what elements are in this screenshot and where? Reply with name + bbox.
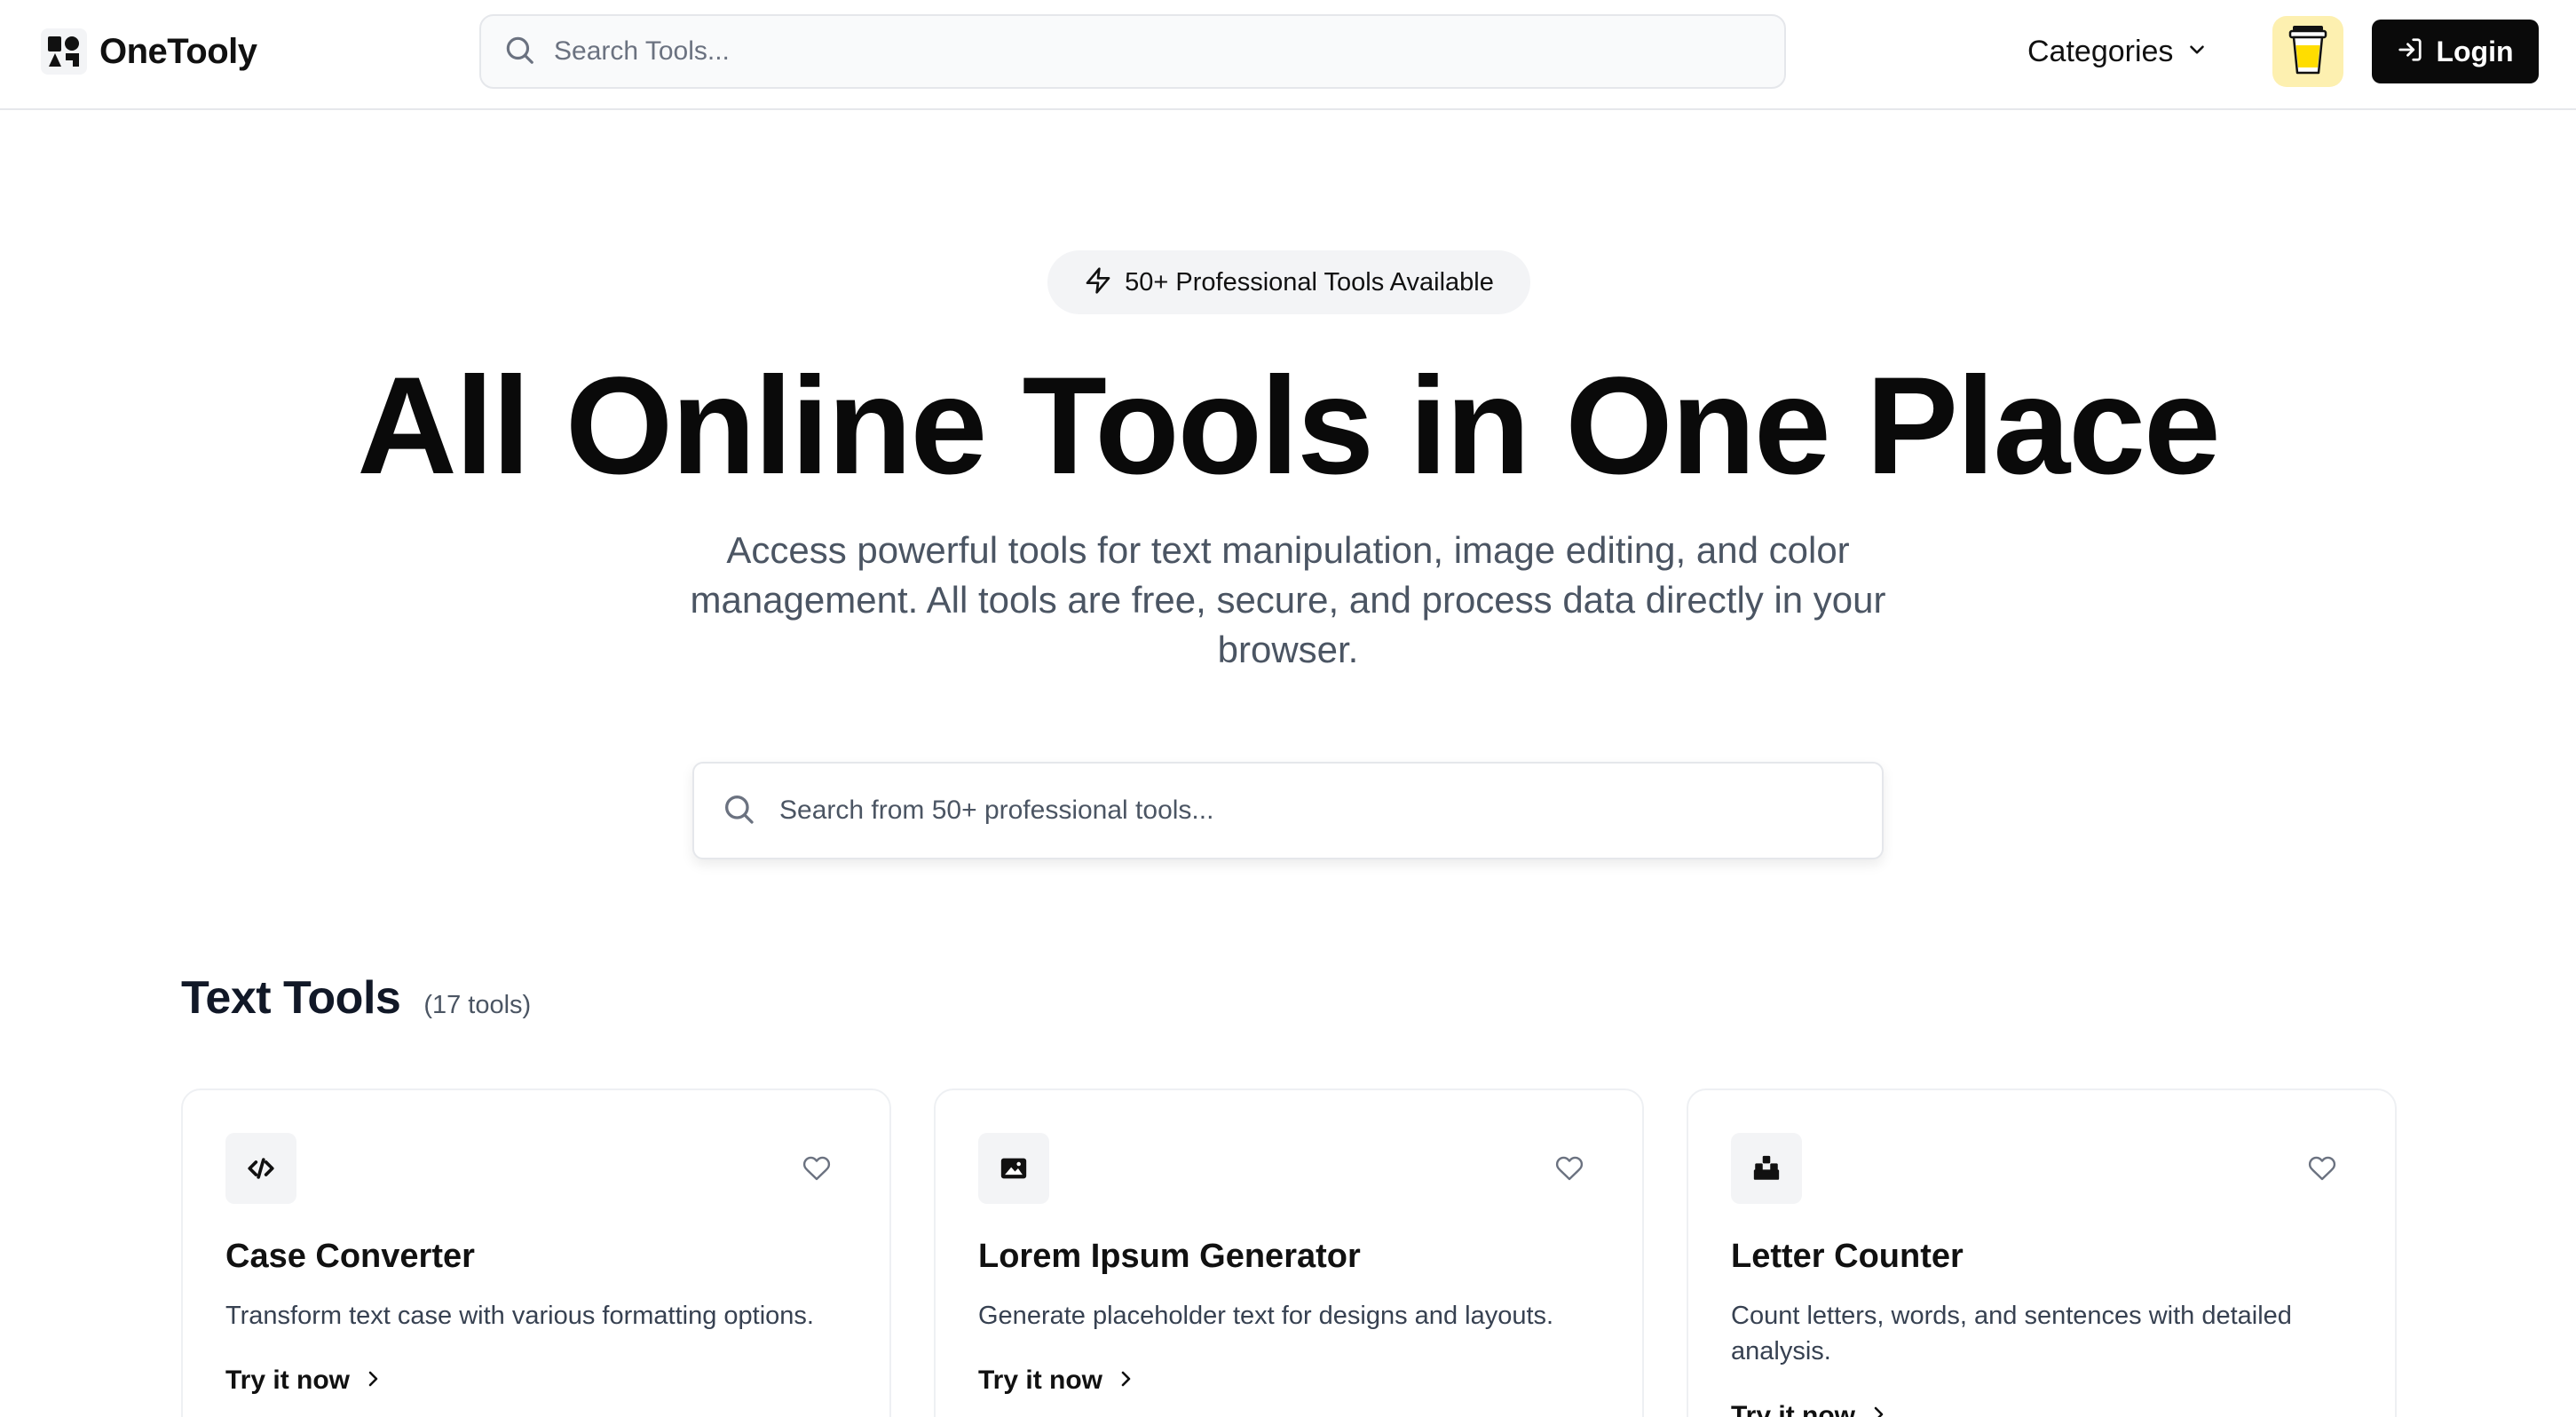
card-description: Transform text case with various formatt… [225, 1302, 814, 1330]
chevron-right-icon [362, 1368, 383, 1394]
try-it-now-link[interactable]: Try it now [225, 1366, 383, 1396]
brand-mark-icon [41, 28, 87, 75]
hero-title: All Online Tools in One Place [357, 349, 2221, 503]
try-it-now-label: Try it now [225, 1366, 351, 1395]
favorite-heart-icon[interactable] [2304, 1151, 2340, 1186]
code-icon [225, 1133, 296, 1204]
tools-available-badge: 50+ Professional Tools Available [1047, 250, 1530, 314]
login-button[interactable]: Login [2372, 20, 2539, 83]
section-heading: Text Tools (17 tools) [181, 971, 531, 1025]
try-it-now-link[interactable]: Try it now [978, 1366, 1136, 1396]
try-it-now-label: Try it now [1731, 1401, 1856, 1417]
try-it-now-label: Try it now [978, 1366, 1103, 1395]
brand-name: OneTooly [99, 31, 257, 71]
login-icon [2397, 36, 2423, 67]
categories-label: Categories [2027, 34, 2174, 68]
blocks-icon [1731, 1133, 1802, 1204]
header-search-box[interactable] [479, 14, 1786, 89]
lightning-icon [1084, 266, 1112, 299]
tool-card-case-converter[interactable]: Case Converter Transform text case with … [181, 1088, 891, 1417]
chevron-right-icon [1115, 1368, 1136, 1394]
card-description: Generate placeholder text for designs an… [978, 1302, 1554, 1330]
badge-label: 50+ Professional Tools Available [1125, 267, 1494, 297]
search-icon [721, 791, 756, 831]
chevron-right-icon [1868, 1404, 1889, 1417]
header-search-input[interactable] [554, 36, 1708, 67]
search-icon [502, 33, 536, 71]
categories-dropdown[interactable]: Categories [2027, 25, 2209, 78]
coffee-cup-icon [2288, 24, 2328, 80]
chevron-down-icon [2185, 38, 2209, 66]
brand-logo[interactable]: OneTooly [41, 28, 257, 75]
main-search-input[interactable] [779, 796, 1845, 826]
try-it-now-link[interactable]: Try it now [1731, 1401, 1889, 1417]
section-tool-count: (17 tools) [423, 991, 532, 1019]
card-title: Letter Counter [1731, 1238, 1964, 1275]
tool-card-letter-counter[interactable]: Letter Counter Count letters, words, and… [1687, 1088, 2397, 1417]
card-title: Lorem Ipsum Generator [978, 1238, 1361, 1275]
login-label: Login [2436, 35, 2514, 67]
section-title: Text Tools [181, 972, 401, 1024]
card-title: Case Converter [225, 1238, 475, 1275]
favorite-heart-icon[interactable] [799, 1151, 834, 1186]
image-icon [978, 1133, 1049, 1204]
favorite-heart-icon[interactable] [1552, 1151, 1587, 1186]
buy-me-coffee-button[interactable] [2272, 16, 2343, 87]
hero-subtitle: Access powerful tools for text manipulat… [690, 529, 1886, 670]
card-description: Count letters, words, and sentences with… [1731, 1302, 2292, 1366]
top-navbar: OneTooly Categories Login [0, 0, 2576, 110]
main-search-box[interactable] [692, 762, 1884, 859]
tool-card-lorem-ipsum[interactable]: Lorem Ipsum Generator Generate placehold… [934, 1088, 1644, 1417]
